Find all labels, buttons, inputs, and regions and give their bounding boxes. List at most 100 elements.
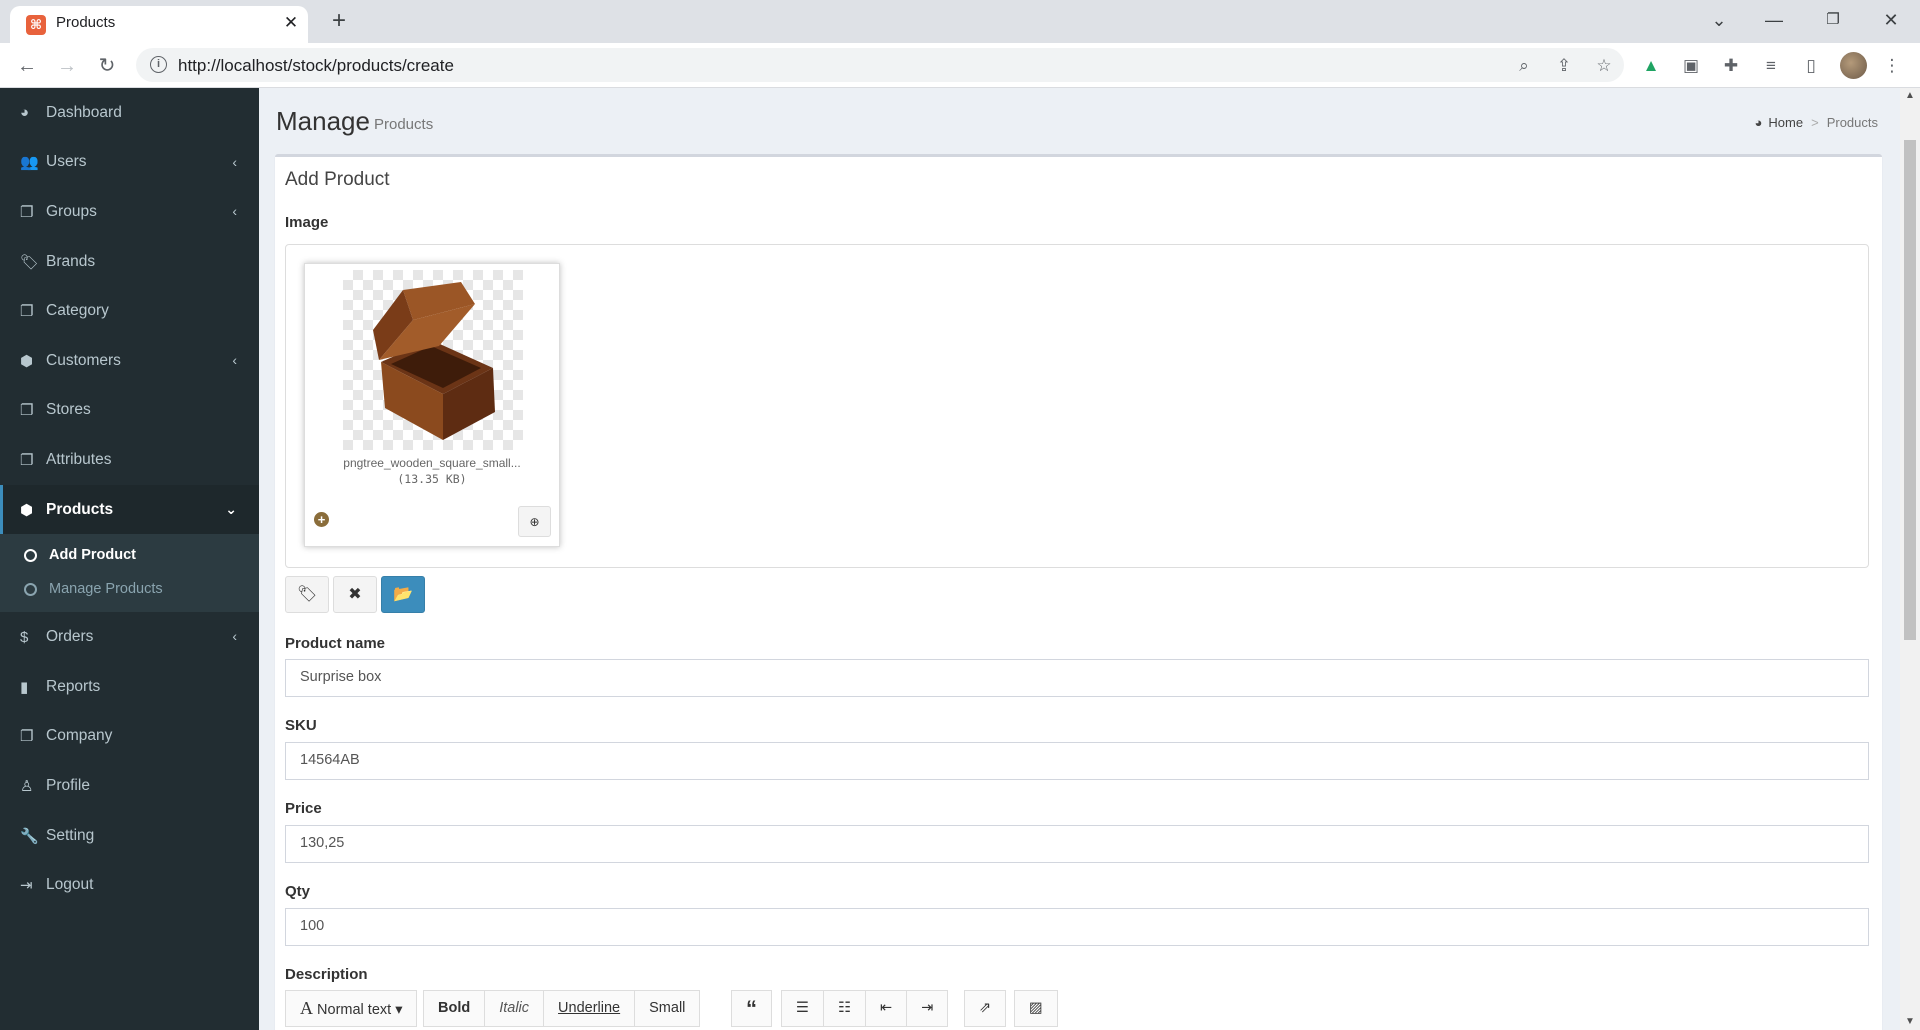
insert-image-icon[interactable]: ▨ [1015, 991, 1057, 1026]
files-icon: ❐ [20, 402, 34, 420]
qty-input[interactable]: 100 [285, 908, 1869, 946]
submenu-item-manage-products[interactable]: Manage Products [0, 572, 259, 606]
products-submenu: Add Product Manage Products [0, 534, 259, 613]
scroll-up-icon[interactable]: ▲ [1900, 88, 1920, 104]
url-text[interactable]: http://localhost/stock/products/create [178, 56, 454, 76]
sidebar-item-reports[interactable]: ▮ Reports [0, 662, 259, 712]
sidebar-item-label: Customers [46, 351, 121, 369]
ordered-list-icon[interactable]: ☷ [824, 991, 866, 1026]
forward-button[interactable]: → [52, 51, 82, 81]
blockquote-icon[interactable]: “ [732, 991, 771, 1026]
profile-avatar[interactable] [1840, 52, 1867, 79]
browser-tab-bar: ⌘ Products ✕ + ⌄ — ❐ ✕ [0, 0, 1920, 43]
extension-square-icon[interactable]: ▣ [1679, 54, 1703, 78]
sidebar-item-label: Dashboard [46, 103, 122, 121]
reading-list-icon[interactable]: ≡ [1759, 54, 1783, 78]
plus-circle-icon[interactable]: + [314, 512, 329, 527]
site-info-icon[interactable]: i [150, 56, 167, 73]
tag-button[interactable]: 🏷 [285, 576, 329, 613]
sidebar-item-label: Setting [46, 826, 95, 844]
sidebar-item-groups[interactable]: ❐ Groups ‹ [0, 187, 259, 237]
user-icon: ♙ [20, 777, 34, 795]
sidebar: ◕ Dashboard 👥 Users ‹ ❐ Groups ‹ 🏷 Brands ❐ Categor… [0, 88, 259, 1030]
font-style-dropdown[interactable]: A Normal text ▾ [285, 990, 418, 1027]
sidebar-item-label: Orders [46, 628, 94, 646]
browser-tab[interactable]: ⌘ Products ✕ [10, 6, 308, 43]
bookmark-star-icon[interactable]: ☆ [1591, 53, 1617, 79]
minimize-button[interactable]: — [1754, 6, 1794, 34]
dollar-icon: $ [20, 628, 29, 646]
new-tab-button[interactable]: + [325, 7, 353, 35]
font-style-label: Normal text [317, 1002, 392, 1018]
image-group: ▨ [1014, 990, 1058, 1027]
add-product-box: Add Product Image pngtree_wooden_square_… [275, 154, 1882, 1030]
sidebar-item-orders[interactable]: $ Orders ‹ [0, 612, 259, 662]
sidebar-item-logout[interactable]: ⇥ Logout [0, 860, 259, 910]
sidebar-item-products[interactable]: ⬢ Products ⌄ [0, 484, 259, 535]
text-format-group: Bold Italic Underline Small [423, 990, 701, 1027]
scroll-down-icon[interactable]: ▼ [1900, 1014, 1920, 1030]
address-bar[interactable]: i http://localhost/stock/products/create… [136, 48, 1624, 82]
sidebar-item-label: Logout [46, 876, 94, 894]
italic-button[interactable]: Italic [485, 991, 545, 1026]
outdent-icon[interactable]: ⇤ [866, 991, 908, 1026]
submenu-item-label: Add Product [49, 547, 136, 564]
product-name-label: Product name [285, 635, 386, 652]
sidebar-item-dashboard[interactable]: ◕ Dashboard [0, 88, 259, 138]
sidebar-item-profile[interactable]: ♙ Profile [0, 761, 259, 811]
remove-image-button[interactable]: ✖ [333, 576, 377, 613]
description-label: Description [285, 966, 368, 983]
sidebar-item-stores[interactable]: ❐ Stores [0, 386, 259, 436]
page-title: Manage [276, 106, 370, 136]
scroll-thumb[interactable] [1904, 140, 1916, 640]
page-scrollbar[interactable]: ▲ ▼ [1900, 88, 1920, 1030]
close-tab-icon[interactable]: ✕ [280, 12, 302, 34]
bold-button[interactable]: Bold [424, 991, 486, 1026]
sidebar-item-users[interactable]: 👥 Users ‹ [0, 138, 259, 188]
image-label: Image [285, 214, 329, 231]
image-dropzone[interactable]: pngtree_wooden_square_small... (13.35 KB… [285, 244, 1869, 568]
indent-icon[interactable]: ⇥ [907, 991, 947, 1026]
sign-out-icon: ⇥ [20, 877, 33, 895]
main-content: Manage Products ◕ Home > Products Add Pr… [259, 88, 1900, 1030]
product-name-input[interactable]: Surprise box [285, 659, 1869, 697]
share-icon[interactable]: ⇪ [1551, 53, 1577, 79]
google-drive-icon[interactable]: ▲ [1639, 54, 1663, 78]
link-icon[interactable]: ⇗ [965, 991, 1005, 1026]
sidebar-item-attributes[interactable]: ❐ Attributes [0, 435, 259, 485]
underline-button[interactable]: Underline [544, 991, 636, 1026]
chevron-left-icon: ‹ [232, 351, 237, 368]
sidebar-item-company[interactable]: ❐ Company [0, 712, 259, 762]
tab-search-icon[interactable]: ⌄ [1699, 6, 1739, 34]
sidebar-item-category[interactable]: ❐ Category [0, 286, 259, 336]
browse-folder-button[interactable]: 📂 [381, 576, 425, 613]
image-file-name: pngtree_wooden_square_small... [343, 456, 521, 470]
browser-menu-icon[interactable]: ⋮ [1880, 54, 1904, 78]
zoom-icon[interactable]: ⌕ [1511, 53, 1537, 79]
side-panel-icon[interactable]: ▯ [1799, 54, 1823, 78]
files-icon: ❐ [20, 203, 34, 221]
puzzle-icon[interactable]: ✚ [1719, 54, 1743, 78]
sidebar-item-label: Profile [46, 776, 90, 794]
files-icon: ❐ [20, 451, 34, 469]
sidebar-item-brands[interactable]: 🏷 Brands [0, 237, 259, 287]
browser-toolbar: ← → ↻ i http://localhost/stock/products/… [0, 43, 1920, 88]
chevron-left-icon: ‹ [232, 153, 237, 170]
price-input[interactable]: 130,25 [285, 825, 1869, 863]
back-button[interactable]: ← [12, 51, 42, 81]
page-subtitle: Products [374, 116, 434, 133]
sidebar-item-setting[interactable]: 🔧 Setting [0, 811, 259, 861]
zoom-in-button[interactable]: ⊕ [518, 506, 551, 537]
font-icon: A [300, 998, 313, 1018]
unordered-list-icon[interactable]: ☰ [782, 991, 824, 1026]
sidebar-item-customers[interactable]: ⬢ Customers ‹ [0, 336, 259, 386]
font-style-select[interactable]: A Normal text ▾ [286, 991, 416, 1026]
sku-input[interactable]: 14564AB [285, 742, 1869, 780]
small-button[interactable]: Small [635, 991, 699, 1026]
chevron-left-icon: ‹ [232, 628, 237, 645]
submenu-item-add-product[interactable]: Add Product [0, 538, 259, 572]
restore-button[interactable]: ❐ [1813, 6, 1853, 34]
close-window-button[interactable]: ✕ [1871, 6, 1911, 34]
reload-button[interactable]: ↻ [92, 51, 122, 81]
breadcrumb-home[interactable]: Home [1768, 115, 1803, 130]
